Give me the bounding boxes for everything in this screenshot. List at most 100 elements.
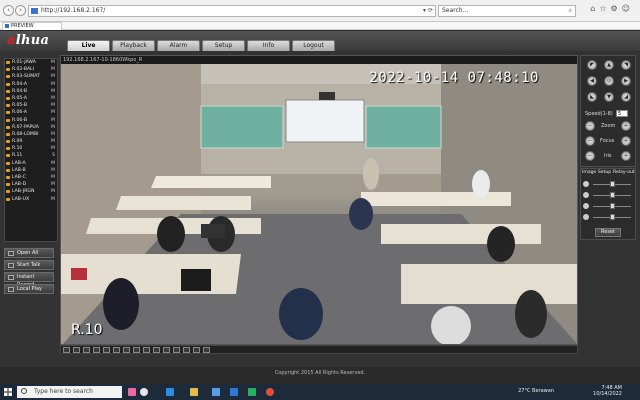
- speed-select[interactable]: 5: [616, 110, 628, 117]
- iris-open-button[interactable]: +: [621, 151, 631, 161]
- file-explorer-icon[interactable]: [190, 388, 198, 396]
- tab-playback[interactable]: Playback: [112, 40, 155, 51]
- record-icon[interactable]: [113, 347, 120, 353]
- fluency-icon[interactable]: [153, 347, 160, 353]
- ptz-down-left-button[interactable]: ◣: [587, 92, 597, 102]
- camera-list-item[interactable]: LAB-D M: [5, 181, 57, 188]
- zoom-out-button[interactable]: −: [585, 121, 595, 131]
- camera-list-item[interactable]: R.10 M: [5, 145, 57, 152]
- back-button[interactable]: ‹: [3, 5, 14, 16]
- ptz-up-left-button[interactable]: ◤: [587, 60, 597, 70]
- open-all-button[interactable]: Open All: [4, 248, 54, 258]
- camera-list-item[interactable]: R.04-B M: [5, 88, 57, 95]
- forward-button[interactable]: ›: [15, 5, 26, 16]
- mail-icon[interactable]: [212, 388, 220, 396]
- camera-list-item[interactable]: LAB-B M: [5, 167, 57, 174]
- local-play-button[interactable]: Local Play: [4, 284, 54, 294]
- next-icon[interactable]: [193, 347, 200, 353]
- zoom-in-button[interactable]: +: [621, 121, 631, 131]
- ratio-icon[interactable]: [143, 347, 150, 353]
- camera-list-item[interactable]: R.08-LOMBI M: [5, 131, 57, 138]
- slider-thumb[interactable]: [609, 203, 615, 209]
- camera-list-item[interactable]: LAB-UX M: [5, 196, 57, 203]
- camera-list-item[interactable]: R.02-BALI M: [5, 66, 57, 73]
- tab-logout[interactable]: Logout: [292, 40, 335, 51]
- ptz-up-right-button[interactable]: ◥: [621, 60, 631, 70]
- stream-type-flag[interactable]: M: [51, 102, 55, 109]
- camera-list-item[interactable]: LAB-JRGN M: [5, 188, 57, 195]
- camera-list-item[interactable]: R.05-A M: [5, 95, 57, 102]
- camera-list-item[interactable]: R.04-A M: [5, 81, 57, 88]
- camera-list-item[interactable]: R.11 S: [5, 152, 57, 159]
- snapshot-icon[interactable]: [103, 347, 110, 353]
- ptz-right-button[interactable]: ▶: [621, 76, 631, 86]
- windows-start-icon[interactable]: [4, 388, 12, 396]
- tab-relay-out[interactable]: Relay-out: [613, 169, 635, 177]
- stream-type-flag[interactable]: M: [51, 196, 55, 203]
- ptz-down-button[interactable]: ▼: [604, 92, 614, 102]
- instant-record-button[interactable]: Instant Record: [4, 272, 54, 288]
- camera-list-item[interactable]: R.01-JAWA M: [5, 59, 57, 66]
- stream-type-flag[interactable]: M: [51, 117, 55, 124]
- audio-icon[interactable]: [133, 347, 140, 353]
- browser-tab-preview[interactable]: PREVIEW: [2, 22, 62, 30]
- edge-icon[interactable]: [166, 388, 174, 396]
- layout-4-icon[interactable]: [73, 347, 80, 353]
- taskbar-search-input[interactable]: Type here to search: [17, 386, 122, 398]
- stream-type-flag[interactable]: M: [51, 131, 55, 138]
- camera-list-item[interactable]: R.09 M: [5, 138, 57, 145]
- prev-icon[interactable]: [183, 347, 190, 353]
- zoom-icon[interactable]: [123, 347, 130, 353]
- fullscreen-icon[interactable]: [93, 347, 100, 353]
- stream-type-flag[interactable]: M: [51, 138, 55, 145]
- camera-list-item[interactable]: LAB-C M: [5, 174, 57, 181]
- digital-zoom-icon[interactable]: [203, 347, 210, 353]
- stream-type-flag[interactable]: M: [51, 109, 55, 116]
- stream-type-flag[interactable]: M: [51, 59, 55, 66]
- camera-list-item[interactable]: LAB-A M: [5, 160, 57, 167]
- tab-setup[interactable]: Setup: [202, 40, 245, 51]
- camera-list-item[interactable]: R.05-B M: [5, 102, 57, 109]
- layout-9-icon[interactable]: [83, 347, 90, 353]
- stream-type-flag[interactable]: M: [51, 145, 55, 152]
- stream-type-flag[interactable]: M: [51, 95, 55, 102]
- taskbar-clock[interactable]: 7:48 AM 10/14/2022: [593, 385, 622, 397]
- iris-close-button[interactable]: −: [585, 151, 595, 161]
- focus-near-button[interactable]: −: [585, 136, 595, 146]
- ptz-left-button[interactable]: ◀: [587, 76, 597, 86]
- tab-image-setup[interactable]: Image Setup: [582, 169, 611, 177]
- stream-type-flag[interactable]: M: [51, 188, 55, 195]
- stream-icon[interactable]: [163, 347, 170, 353]
- stream-type-flag[interactable]: M: [51, 124, 55, 131]
- stream-type-flag[interactable]: M: [51, 81, 55, 88]
- task-view-icon[interactable]: [140, 388, 148, 396]
- stream-type-flag[interactable]: S: [52, 152, 55, 159]
- widgets-icon[interactable]: [128, 388, 136, 396]
- camera-list-item[interactable]: R.07-PAPUA M: [5, 124, 57, 131]
- camera-list-item[interactable]: R.06-A M: [5, 109, 57, 116]
- slider-thumb[interactable]: [609, 181, 615, 187]
- stream-type-flag[interactable]: M: [51, 174, 55, 181]
- refresh-icon[interactable]: ▾ ⟳: [423, 6, 433, 16]
- browser-toolbar-icons[interactable]: ⌂☆⚙☺: [590, 4, 634, 13]
- focus-far-button[interactable]: +: [621, 136, 631, 146]
- tab-info[interactable]: Info: [247, 40, 290, 51]
- stream-type-flag[interactable]: M: [51, 167, 55, 174]
- layout-1-icon[interactable]: [63, 347, 70, 353]
- camera-list[interactable]: R.01-JAWA M R.02-BALI M R.03-SUMAT M R.04-A M R.…: [4, 58, 58, 242]
- slider-thumb[interactable]: [609, 214, 615, 220]
- slider-thumb[interactable]: [609, 192, 615, 198]
- stream-type-flag[interactable]: M: [51, 66, 55, 73]
- stream-type-flag[interactable]: M: [51, 73, 55, 80]
- live-video-window[interactable]: 192.168.2.167-10-1860Wkpo_R 2022-10-14 0…: [60, 55, 578, 345]
- camera-list-item[interactable]: R.03-SUMAT M: [5, 73, 57, 80]
- close-all-icon[interactable]: [173, 347, 180, 353]
- start-talk-button[interactable]: Start Talk: [4, 260, 54, 270]
- browser-search-field[interactable]: Search... ⌕: [438, 5, 576, 17]
- weather-widget[interactable]: 27°C Berawan: [518, 388, 554, 394]
- stream-type-flag[interactable]: M: [51, 88, 55, 95]
- camera-list-item[interactable]: R.06-B M: [5, 117, 57, 124]
- ptz-down-right-button[interactable]: ◢: [621, 92, 631, 102]
- search-icon[interactable]: ⌕: [569, 6, 572, 16]
- reset-button[interactable]: Reset: [595, 228, 621, 237]
